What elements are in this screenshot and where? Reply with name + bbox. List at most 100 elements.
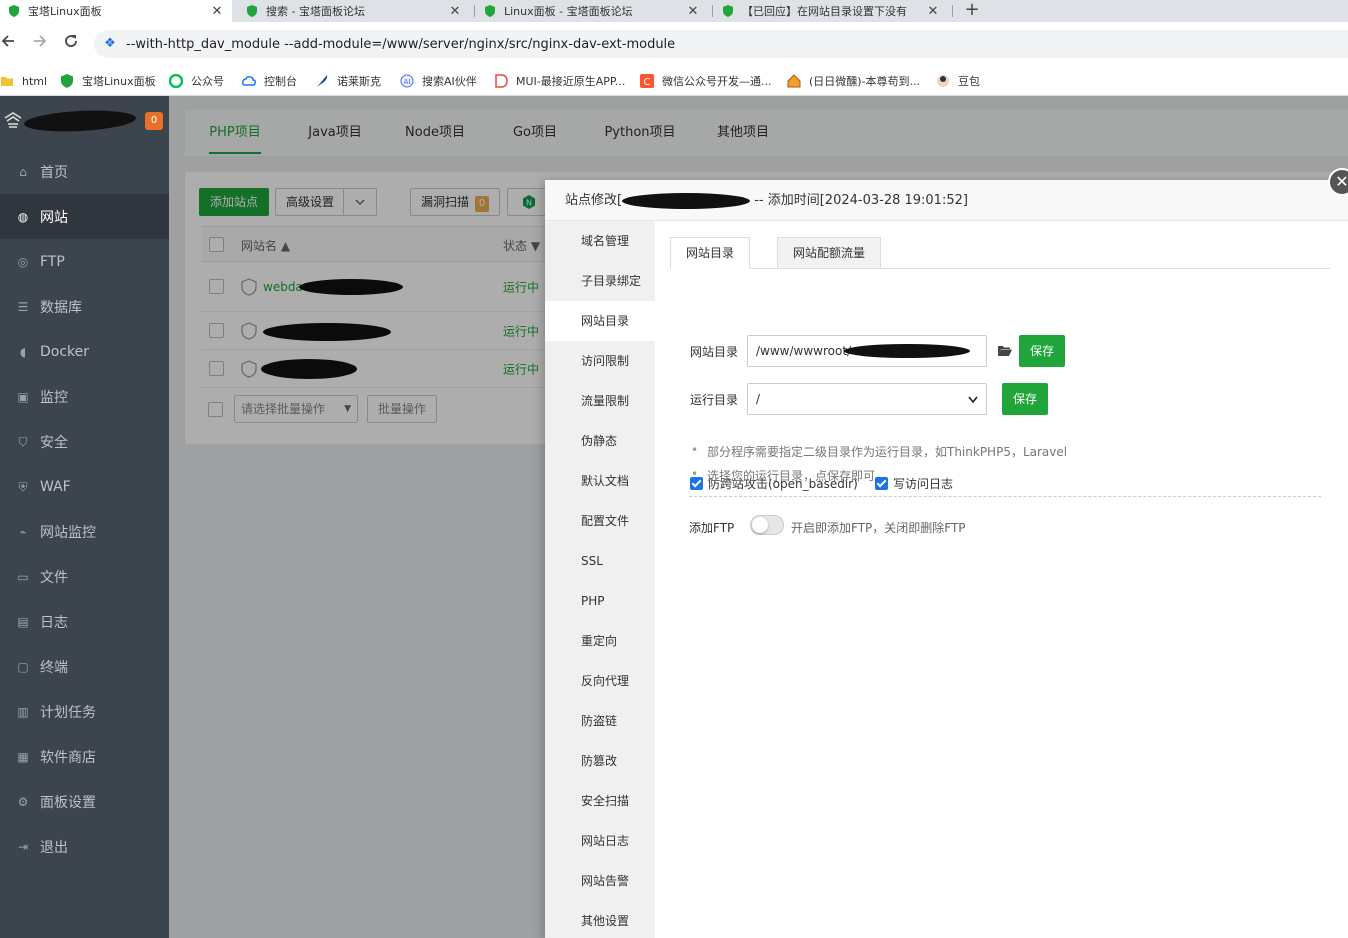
menu-site-alert[interactable]: 网站告警 xyxy=(545,861,655,901)
modal-close-button[interactable]: ✕ xyxy=(1328,168,1348,196)
sub-tabs: 网站目录 网站配额流量 xyxy=(670,237,1330,269)
sidebar-item-label: FTP xyxy=(40,253,65,270)
sidebar-item-label: 网站 xyxy=(40,209,68,226)
update-badge[interactable]: 0 xyxy=(145,112,163,130)
redacted-site-name xyxy=(622,192,751,209)
bookmark-baota[interactable]: 宝塔Linux面板 xyxy=(60,72,156,90)
site-dir-input[interactable]: /www/wwwroot/ xyxy=(747,335,987,367)
bookmark-label: 微信公众号开发—通... xyxy=(662,75,772,88)
waf-icon: ⛨ xyxy=(18,479,28,494)
tab-site-quota[interactable]: 网站配额流量 xyxy=(777,237,882,269)
bookmark-nuolaisike[interactable]: 诺莱斯克 xyxy=(315,72,381,90)
menu-tamper-proof[interactable]: 防篡改 xyxy=(545,741,655,781)
forward-button[interactable] xyxy=(30,33,50,53)
arrow-left-icon xyxy=(1,35,14,47)
menu-traffic-limit[interactable]: 流量限制 xyxy=(545,381,655,421)
menu-site-log[interactable]: 网站日志 xyxy=(545,821,655,861)
url-field[interactable]: ❖ --with-http_dav_module --add-module=/w… xyxy=(94,30,1348,58)
menu-rewrite[interactable]: 伪静态 xyxy=(545,421,655,461)
close-icon[interactable]: ✕ xyxy=(686,4,700,19)
reload-icon xyxy=(65,35,77,47)
sidebar-item-label: 日志 xyxy=(40,614,68,631)
bookmark-mui[interactable]: MUI-最接近原生APP... xyxy=(494,72,625,90)
sidebar-item-terminal[interactable]: ▢ 终端 xyxy=(0,644,169,689)
sidebar-item-logout[interactable]: ⇥ 退出 xyxy=(0,824,169,869)
browser-tab-title: 【已回应】在网站目录设置下没有 xyxy=(742,5,907,18)
back-button[interactable] xyxy=(0,33,18,53)
menu-site-dir[interactable]: 网站目录 xyxy=(545,301,655,341)
new-tab-button[interactable]: + xyxy=(960,0,984,22)
sidebar-item-website[interactable]: ◍ 网站 xyxy=(0,194,169,239)
close-icon[interactable]: ✕ xyxy=(926,4,940,19)
feather-icon xyxy=(317,75,328,87)
sidebar-item-database[interactable]: ☰ 数据库 xyxy=(0,284,169,329)
panel-logo: 0 xyxy=(0,96,169,148)
wechat-icon xyxy=(169,74,183,88)
sidebar-item-monitor[interactable]: ▣ 监控 xyxy=(0,374,169,419)
menu-config-file[interactable]: 配置文件 xyxy=(545,501,655,541)
folder-icon xyxy=(1,77,13,86)
tab-site-dir[interactable]: 网站目录 xyxy=(670,237,751,269)
sidebar-item-settings[interactable]: ⚙ 面板设置 xyxy=(0,779,169,824)
add-ftp-toggle[interactable] xyxy=(750,515,784,535)
menu-domain[interactable]: 域名管理 xyxy=(545,221,655,261)
menu-subdir[interactable]: 子目录绑定 xyxy=(545,261,655,301)
run-dir-select[interactable]: / xyxy=(747,383,987,415)
modal-body: 网站目录 网站配额流量 防跨站攻击(open_basedir) 写访问日志 网站… xyxy=(655,221,1348,938)
docker-icon: ◖ xyxy=(19,344,27,359)
store-icon: ▦ xyxy=(17,749,29,764)
menu-reverse-proxy[interactable]: 反向代理 xyxy=(545,661,655,701)
browser-tab[interactable]: Linux面板 - 宝塔面板论坛 ✕ xyxy=(476,0,708,22)
save-run-dir-button[interactable]: 保存 xyxy=(1002,383,1049,415)
menu-default-doc[interactable]: 默认文档 xyxy=(545,461,655,501)
sidebar-item-label: 计划任务 xyxy=(40,704,96,721)
browser-tab[interactable]: 搜索 - 宝塔面板论坛 ✕ xyxy=(238,0,470,22)
menu-access-limit[interactable]: 访问限制 xyxy=(545,341,655,381)
sidebar-item-docker[interactable]: ◖ Docker xyxy=(0,329,169,374)
browser-tab[interactable]: 宝塔Linux面板 ✕ xyxy=(0,0,232,22)
sidebar-item-files[interactable]: ▭ 文件 xyxy=(0,554,169,599)
sidebar-item-label: 软件商店 xyxy=(40,749,96,766)
sidebar-item-site-monitor[interactable]: ⌁ 网站监控 xyxy=(0,509,169,554)
sidebar-item-label: 首页 xyxy=(40,164,68,181)
tab-divider xyxy=(712,5,713,17)
bookmark-doubao[interactable]: 豆包 xyxy=(936,72,980,90)
save-site-dir-button[interactable]: 保存 xyxy=(1019,335,1066,367)
menu-ssl[interactable]: SSL xyxy=(545,541,655,581)
access-log-checkbox[interactable]: 写访问日志 xyxy=(875,475,953,492)
baota-logo-icon xyxy=(4,112,22,128)
sidebar-item-cron[interactable]: ▥ 计划任务 xyxy=(0,689,169,734)
menu-security-scan[interactable]: 安全扫描 xyxy=(545,781,655,821)
close-icon[interactable]: ✕ xyxy=(210,4,224,19)
chart-icon: ⌁ xyxy=(19,524,27,539)
menu-redirect[interactable]: 重定向 xyxy=(545,621,655,661)
site-info-icon[interactable]: ❖ xyxy=(102,36,118,52)
sidebar-item-ftp[interactable]: ◎ FTP xyxy=(0,239,169,284)
menu-php[interactable]: PHP xyxy=(545,581,655,621)
menu-hotlink[interactable]: 防盗链 xyxy=(545,701,655,741)
bookmark-console[interactable]: 控制台 xyxy=(242,72,297,90)
sidebar-item-label: 安全 xyxy=(40,434,68,451)
sidebar-item-store[interactable]: ▦ 软件商店 xyxy=(0,734,169,779)
sidebar-item-label: 终端 xyxy=(40,659,68,676)
sidebar-item-security[interactable]: ⛉ 安全 xyxy=(0,419,169,464)
browser-tab[interactable]: 【已回应】在网站目录设置下没有 ✕ xyxy=(714,0,948,22)
close-icon[interactable]: ✕ xyxy=(448,4,462,19)
bookmark-wechat[interactable]: 公众号 xyxy=(169,72,224,90)
reload-button[interactable] xyxy=(61,33,81,53)
sidebar-item-logs[interactable]: ▤ 日志 xyxy=(0,599,169,644)
bookmark-ai-search[interactable]: AI 搜索AI伙伴 xyxy=(400,72,477,90)
bookmark-wechat-dev[interactable]: C 微信公众号开发—通... xyxy=(640,72,772,90)
bookmark-rirou[interactable]: (日日微醺)-本尊苟到... xyxy=(787,72,920,90)
folder-open-icon[interactable] xyxy=(997,344,1013,358)
monitor-icon: ▣ xyxy=(17,389,29,404)
bookmark-label: MUI-最接近原生APP... xyxy=(516,75,626,88)
site-edit-modal: 站点修改[ -- 添加时间[2024-03-28 19:01:52] 域名管理 … xyxy=(545,180,1348,938)
address-bar-row: ❖ --with-http_dav_module --add-module=/w… xyxy=(0,22,1348,66)
sidebar-item-home[interactable]: ⌂ 首页 xyxy=(0,149,169,194)
bookmark-html[interactable]: html xyxy=(0,72,47,90)
sidebar-item-waf[interactable]: ⛨ WAF xyxy=(0,464,169,509)
menu-other-settings[interactable]: 其他设置 xyxy=(545,901,655,938)
chevron-down-icon xyxy=(968,396,978,404)
sidebar-item-label: 退出 xyxy=(40,839,68,856)
